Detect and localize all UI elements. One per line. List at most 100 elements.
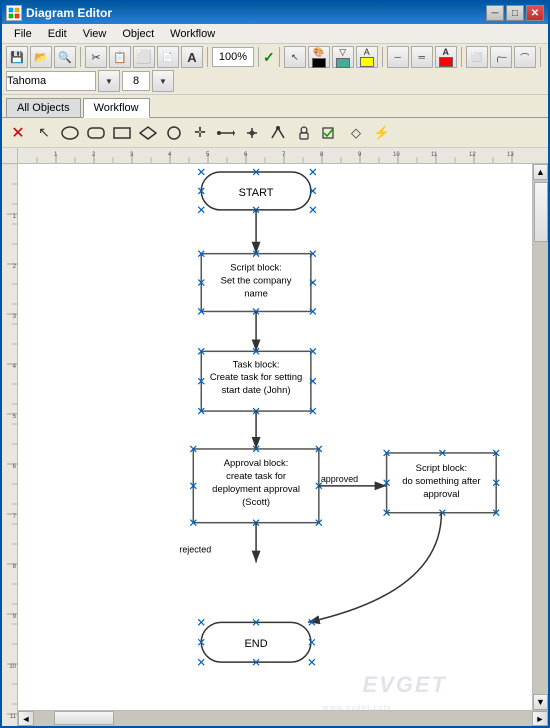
scroll-track-horizontal[interactable] [34, 711, 532, 726]
menu-workflow[interactable]: Workflow [162, 26, 223, 42]
main-area: 1 2 3 4 5 [2, 148, 548, 726]
svg-text:6: 6 [244, 152, 248, 158]
curve-btn[interactable]: ⌒ [514, 46, 536, 68]
rect-tool[interactable] [110, 121, 134, 145]
svg-text:(Scott): (Scott) [242, 497, 270, 508]
color1-btn[interactable]: 🎨 [308, 46, 330, 68]
separator-5 [382, 47, 383, 67]
restore-button[interactable]: □ [506, 5, 524, 21]
svg-text:13: 13 [507, 152, 514, 158]
line-style2-btn[interactable]: ═ [411, 46, 433, 68]
save-button[interactable]: 💾 [6, 46, 28, 68]
svg-text:8: 8 [13, 564, 17, 570]
tab-bar: All Objects Workflow [2, 95, 548, 118]
svg-text:deployment approval: deployment approval [212, 484, 300, 495]
highlight-btn[interactable]: A [356, 46, 378, 68]
svg-text:9: 9 [358, 152, 362, 158]
svg-text:4: 4 [13, 364, 17, 370]
select-tool[interactable]: ✕ [6, 121, 30, 145]
diagram-canvas[interactable]: START [18, 164, 532, 710]
svg-text:4: 4 [168, 152, 172, 158]
split-tool[interactable] [240, 121, 264, 145]
svg-text:approved: approved [321, 474, 358, 484]
font-select[interactable] [6, 71, 96, 91]
person-tool[interactable] [292, 121, 316, 145]
text-button[interactable]: A [181, 46, 203, 68]
copy-button[interactable]: 📋 [109, 46, 131, 68]
svg-text:START: START [239, 187, 274, 199]
menu-view[interactable]: View [75, 26, 115, 42]
scroll-right-button[interactable]: ► [532, 711, 548, 726]
check-icon: ✓ [263, 49, 275, 66]
color2-btn[interactable]: ▽ [332, 46, 354, 68]
shape-toolbar: ✕ ↖ ✛ ◇ ⚡ [2, 118, 548, 148]
svg-text:7: 7 [13, 514, 17, 520]
svg-text:name: name [244, 289, 268, 300]
svg-text:11: 11 [431, 152, 438, 158]
separator-7 [540, 47, 541, 67]
circle-tool[interactable] [162, 121, 186, 145]
text-color-btn[interactable]: A [435, 46, 457, 68]
scroll-thumb-horizontal[interactable] [54, 711, 114, 725]
open-button[interactable]: 📂 [30, 46, 52, 68]
connect-tool[interactable] [214, 121, 238, 145]
menu-file[interactable]: File [6, 26, 40, 42]
separator-2 [207, 47, 208, 67]
scroll-track-vertical[interactable] [533, 180, 548, 694]
cut-button[interactable]: ✂ [85, 46, 107, 68]
menu-bar: File Edit View Object Workflow [2, 24, 548, 44]
ruler-corner [2, 148, 18, 164]
main-window: Diagram Editor ─ □ ✕ File Edit View Obje… [0, 0, 550, 728]
font-dropdown-btn[interactable]: ▼ [98, 70, 120, 92]
svg-text:2: 2 [92, 152, 96, 158]
pointer-tool[interactable]: ↖ [32, 121, 56, 145]
scroll-thumb-vertical[interactable] [534, 182, 548, 242]
move-tool[interactable]: ✛ [188, 121, 212, 145]
svg-text:5: 5 [13, 414, 17, 420]
scroll-left-button[interactable]: ◄ [18, 711, 34, 726]
paste-special-button[interactable]: 📄 [157, 46, 179, 68]
vertical-ruler: 1 2 3 4 5 [2, 164, 18, 726]
tab-workflow[interactable]: Workflow [83, 98, 150, 118]
window-title: Diagram Editor [26, 6, 486, 20]
font-size-input[interactable] [122, 71, 150, 91]
zoom-input[interactable] [212, 47, 254, 67]
diamond-tool[interactable] [136, 121, 160, 145]
pointer-btn[interactable]: ↖ [284, 46, 306, 68]
title-bar: Diagram Editor ─ □ ✕ [2, 2, 548, 24]
svg-text:1: 1 [13, 214, 17, 220]
box-style2-btn[interactable]: ╭─ [490, 46, 512, 68]
svg-text:Task block:: Task block: [233, 359, 280, 370]
svg-text:3: 3 [13, 314, 17, 320]
horizontal-scrollbar[interactable]: ◄ ► [18, 710, 548, 726]
find-button[interactable]: 🔍 [54, 46, 76, 68]
close-button[interactable]: ✕ [526, 5, 544, 21]
svg-text:2: 2 [13, 264, 17, 270]
tab-all-objects[interactable]: All Objects [6, 98, 81, 117]
separator-4 [279, 47, 280, 67]
rounded-rect-tool[interactable] [84, 121, 108, 145]
svg-text:Set the company: Set the company [221, 276, 292, 287]
lightning-tool[interactable]: ⚡ [370, 121, 394, 145]
window-icon [6, 5, 22, 21]
scroll-up-button[interactable]: ▲ [533, 164, 548, 180]
line-style-btn[interactable]: ─ [387, 46, 409, 68]
checkbox-tool[interactable] [318, 121, 342, 145]
vertical-scrollbar[interactable]: ▲ ▼ [532, 164, 548, 710]
svg-text:6: 6 [13, 464, 17, 470]
svg-text:10: 10 [9, 664, 16, 670]
scroll-down-button[interactable]: ▼ [533, 694, 548, 710]
box-style-btn[interactable]: ⬜ [466, 46, 488, 68]
svg-text:Script block:: Script block: [230, 263, 281, 274]
svg-text:1: 1 [54, 152, 58, 158]
menu-object[interactable]: Object [114, 26, 162, 42]
menu-edit[interactable]: Edit [40, 26, 75, 42]
branch-tool[interactable] [266, 121, 290, 145]
size-dropdown-btn[interactable]: ▼ [152, 70, 174, 92]
paste-button[interactable]: ⬜ [133, 46, 155, 68]
ellipse-tool[interactable] [58, 121, 82, 145]
gear-tool[interactable]: ◇ [344, 121, 368, 145]
svg-text:do something after: do something after [402, 476, 480, 487]
svg-text:3: 3 [130, 152, 134, 158]
minimize-button[interactable]: ─ [486, 5, 504, 21]
